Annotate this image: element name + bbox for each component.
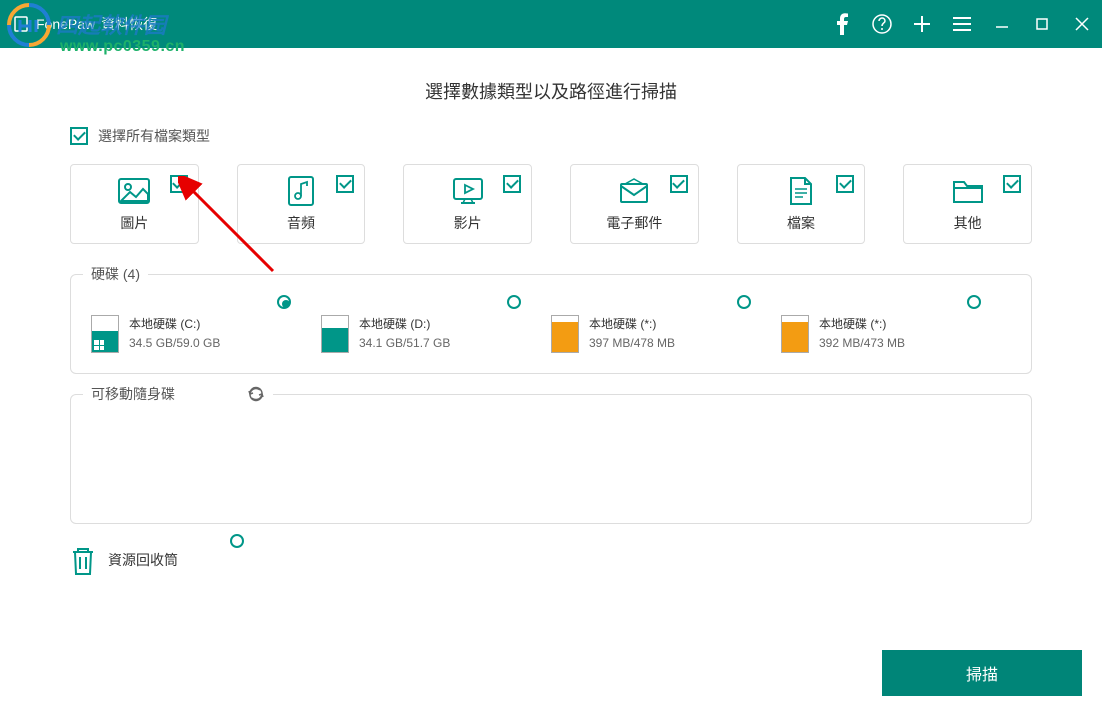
disk-item[interactable]: 本地硬碟 (D:)34.1 GB/51.7 GB (321, 305, 521, 353)
type-card-video[interactable]: 影片 (403, 164, 532, 244)
disks-legend: 硬碟 (4) (83, 264, 148, 284)
recycle-label: 資源回收筒 (108, 550, 178, 570)
type-card-audio[interactable]: 音頻 (237, 164, 366, 244)
plus-icon[interactable] (902, 0, 942, 48)
disk-item[interactable]: 本地硬碟 (C:)34.5 GB/59.0 GB (91, 305, 291, 353)
type-checkbox[interactable] (670, 175, 688, 193)
close-button[interactable] (1062, 0, 1102, 48)
watermark-url: www.pc0359.cn (60, 38, 185, 56)
disk-icon (91, 315, 119, 353)
disk-item[interactable]: 本地硬碟 (*:)397 MB/478 MB (551, 305, 751, 353)
disks-section: 硬碟 (4) 本地硬碟 (C:)34.5 GB/59.0 GB本地硬碟 (D:)… (70, 274, 1032, 374)
disk-radio[interactable] (277, 295, 291, 309)
select-all-label: 選擇所有檔案類型 (98, 126, 210, 146)
maximize-button[interactable] (1022, 0, 1062, 48)
folder-icon (952, 175, 984, 207)
disk-icon (551, 315, 579, 353)
email-icon (618, 175, 650, 207)
type-label: 電子郵件 (606, 213, 662, 233)
removable-legend: 可移動隨身碟 (91, 384, 175, 404)
recycle-bin-row[interactable]: 資源回收筒 (70, 544, 1032, 576)
type-checkbox[interactable] (336, 175, 354, 193)
type-label: 影片 (454, 213, 482, 233)
type-card-image[interactable]: 圖片 (70, 164, 199, 244)
file-type-grid: 圖片 音頻 影片 電子郵件 檔案 (70, 164, 1032, 244)
watermark-ring-icon (6, 2, 52, 48)
disk-info: 本地硬碟 (*:)392 MB/473 MB (819, 315, 905, 353)
disk-radio[interactable] (507, 295, 521, 309)
type-label: 檔案 (787, 213, 815, 233)
refresh-icon[interactable] (247, 385, 265, 403)
removable-section: 可移動隨身碟 (70, 394, 1032, 524)
headline: 選擇數據類型以及路徑進行掃描 (70, 78, 1032, 104)
type-checkbox[interactable] (1003, 175, 1021, 193)
disk-item[interactable]: 本地硬碟 (*:)392 MB/473 MB (781, 305, 981, 353)
type-checkbox[interactable] (170, 175, 188, 193)
select-all-row[interactable]: 選擇所有檔案類型 (70, 126, 1032, 146)
recycle-radio[interactable] (230, 534, 244, 548)
disk-info: 本地硬碟 (*:)397 MB/478 MB (589, 315, 675, 353)
video-icon (452, 175, 484, 207)
watermark-text: 四起软件园 (56, 8, 166, 40)
type-checkbox[interactable] (503, 175, 521, 193)
scan-button[interactable]: 掃描 (882, 650, 1082, 696)
document-icon (785, 175, 817, 207)
type-label: 音頻 (287, 213, 315, 233)
type-card-document[interactable]: 檔案 (737, 164, 866, 244)
type-card-email[interactable]: 電子郵件 (570, 164, 699, 244)
disk-radio[interactable] (967, 295, 981, 309)
type-checkbox[interactable] (836, 175, 854, 193)
type-label: 圖片 (120, 213, 148, 233)
audio-icon (285, 175, 317, 207)
minimize-button[interactable] (982, 0, 1022, 48)
select-all-checkbox[interactable] (70, 127, 88, 145)
image-icon (118, 175, 150, 207)
disk-info: 本地硬碟 (D:)34.1 GB/51.7 GB (359, 315, 450, 353)
disk-radio[interactable] (737, 295, 751, 309)
disk-icon (781, 315, 809, 353)
disk-info: 本地硬碟 (C:)34.5 GB/59.0 GB (129, 315, 220, 353)
menu-icon[interactable] (942, 0, 982, 48)
help-icon[interactable] (862, 0, 902, 48)
facebook-icon[interactable] (822, 0, 862, 48)
disk-icon (321, 315, 349, 353)
type-label: 其他 (954, 213, 982, 233)
type-card-other[interactable]: 其他 (903, 164, 1032, 244)
watermark-logo: 四起软件园 www.pc0359.cn (0, 0, 195, 52)
trash-icon (70, 544, 96, 576)
